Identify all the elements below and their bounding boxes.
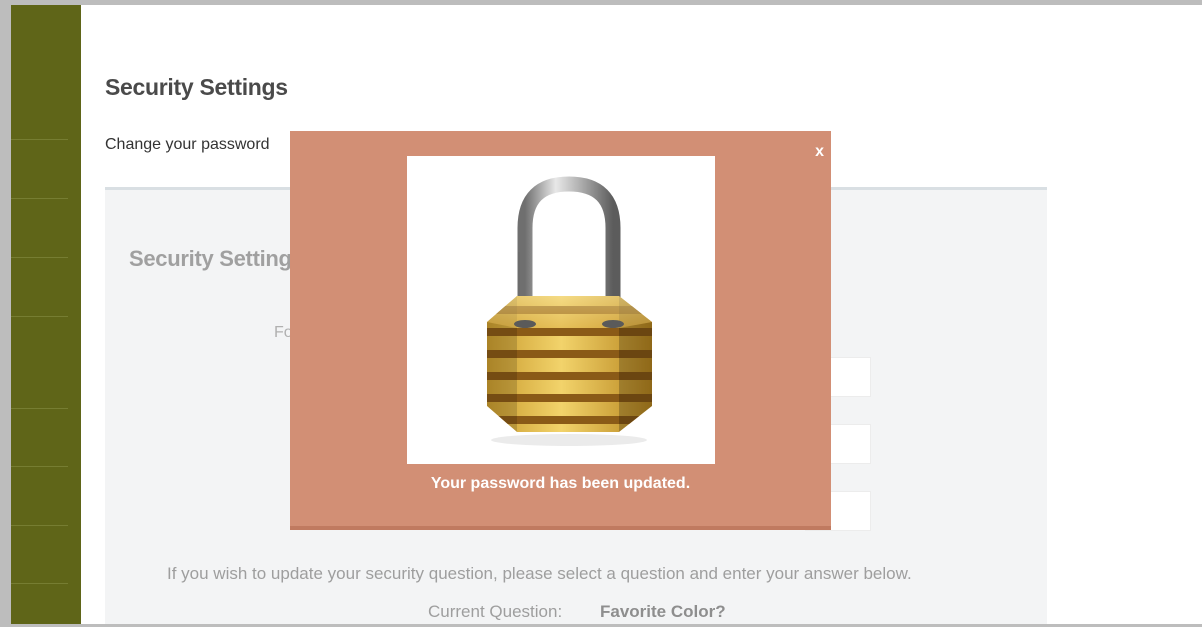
page-intro-text: Change your password (105, 136, 270, 153)
current-question-value: Favorite Color? (600, 602, 726, 621)
current-question-label: Current Question: (428, 602, 563, 621)
sidebar-separator (11, 525, 68, 526)
sidebar-separator (11, 139, 68, 140)
sidebar-separator (11, 257, 68, 258)
sidebar-separator (11, 316, 68, 317)
security-question-note: If you wish to update your security ques… (167, 564, 912, 583)
sidebar-separator (11, 583, 68, 584)
sidebar-separator (11, 198, 68, 199)
success-message: Your password has been updated. (430, 475, 691, 492)
panel-title: Security Settings (129, 246, 304, 271)
padlock-image (407, 156, 715, 464)
sidebar-separator (11, 408, 68, 409)
page-title: Security Settings (105, 74, 288, 100)
padlock-icon (487, 176, 652, 446)
sidebar-separator (11, 466, 68, 467)
sidebar (11, 5, 81, 624)
password-updated-modal: x Your password has been updated. (290, 131, 831, 530)
close-button[interactable]: x (815, 143, 824, 161)
